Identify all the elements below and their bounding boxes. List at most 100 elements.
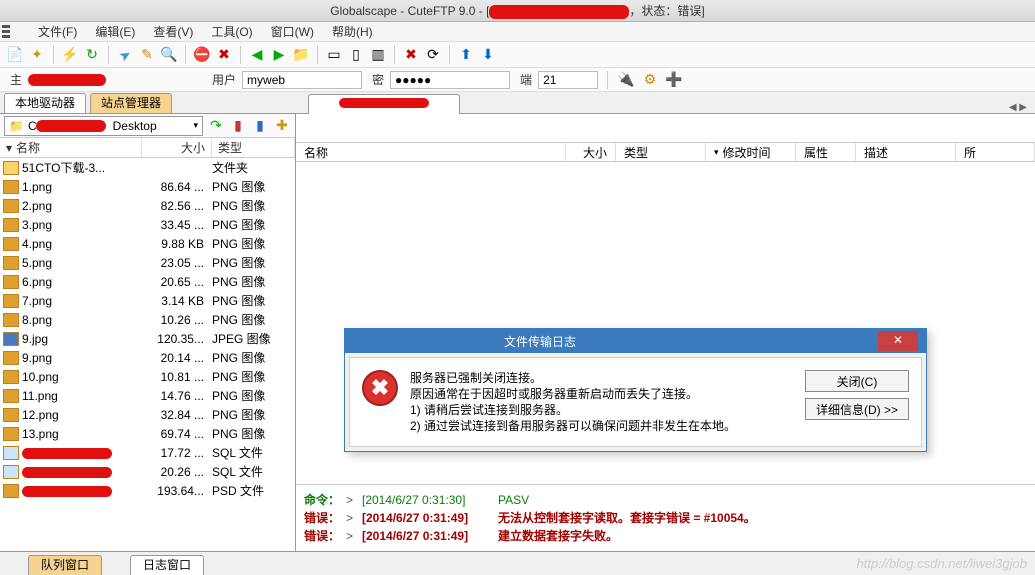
book-red-icon[interactable]: ▮ — [229, 117, 247, 135]
col-name[interactable]: ▾名称 — [0, 138, 142, 157]
file-name: 4.png — [22, 237, 142, 251]
cancel-icon[interactable]: ✖ — [215, 46, 233, 64]
folder-icon[interactable]: 📁 — [292, 46, 310, 64]
bookmark-icon[interactable]: ➕ — [665, 71, 683, 89]
rcol-type[interactable]: 类型 — [616, 143, 706, 161]
port-label: 端 — [520, 71, 532, 88]
layout3-icon[interactable]: ▥ — [369, 46, 387, 64]
remote-tab[interactable] — [308, 94, 460, 114]
file-row[interactable]: 3.png33.45 ...PNG 图像 — [0, 215, 295, 234]
rcol-desc[interactable]: 描述 — [856, 143, 956, 161]
tab-log[interactable]: 日志窗口 — [130, 555, 204, 575]
local-file-list[interactable]: 51CTO下载-3...文件夹1.png86.64 ...PNG 图像2.png… — [0, 158, 295, 551]
menu-edit[interactable]: 编辑(E) — [95, 23, 135, 40]
path-combo[interactable]: 📁 C Desktop ▾ — [4, 116, 203, 136]
back-icon[interactable]: ◀ — [248, 46, 266, 64]
col-type[interactable]: 类型 — [212, 138, 295, 157]
layout1-icon[interactable]: ▭ — [325, 46, 343, 64]
file-type: PSD 文件 — [212, 482, 295, 499]
tab-local-drive[interactable]: 本地驱动器 — [4, 93, 86, 113]
new-folder-icon[interactable]: ✚ — [273, 117, 291, 135]
col-size[interactable]: 大小 — [142, 138, 212, 157]
menu-view[interactable]: 查看(V) — [153, 23, 193, 40]
refresh-icon[interactable]: ⟳ — [424, 46, 442, 64]
fwd-icon[interactable]: ▶ — [270, 46, 288, 64]
pass-input[interactable] — [390, 71, 510, 89]
file-row[interactable]: 20.26 ...SQL 文件 — [0, 462, 295, 481]
file-size: 9.88 KB — [142, 237, 212, 251]
file-size: 120.35... — [142, 332, 212, 346]
file-row[interactable]: 9.jpg120.35...JPEG 图像 — [0, 329, 295, 348]
tab-site-manager[interactable]: 站点管理器 — [90, 93, 172, 113]
download-icon[interactable]: ⬇ — [479, 46, 497, 64]
delete-icon[interactable]: ✖ — [402, 46, 420, 64]
toolbar: 📄 ✦ ⚡ ↻ ➤ ✎ 🔍 ⛔ ✖ ◀ ▶ 📁 ▭ ▯ ▥ ✖ ⟳ ⬆ ⬇ — [0, 42, 1035, 68]
menu-tools[interactable]: 工具(O) — [211, 23, 252, 40]
file-row[interactable]: 51CTO下载-3...文件夹 — [0, 158, 295, 177]
file-icon — [3, 446, 19, 460]
rcol-name[interactable]: 名称 — [296, 143, 566, 161]
redacted-host-field — [28, 74, 106, 86]
app-status: ，状态：错误] — [629, 4, 704, 18]
tab-scroll-icon[interactable]: ◀ ▶ — [1009, 102, 1027, 113]
file-row[interactable]: 10.png10.81 ...PNG 图像 — [0, 367, 295, 386]
file-row[interactable]: 6.png20.65 ...PNG 图像 — [0, 272, 295, 291]
file-row[interactable]: 8.png10.26 ...PNG 图像 — [0, 310, 295, 329]
toggle-arrow-icon[interactable]: ➤ — [113, 42, 138, 67]
file-name: 8.png — [22, 313, 142, 327]
file-name: 1.png — [22, 180, 142, 194]
file-type: PNG 图像 — [212, 292, 295, 309]
rcol-attr[interactable]: 属性 — [796, 143, 856, 161]
up-folder-icon[interactable]: ↷ — [207, 117, 225, 135]
file-type: PNG 图像 — [212, 216, 295, 233]
file-type: PNG 图像 — [212, 425, 295, 442]
file-row[interactable]: 11.png14.76 ...PNG 图像 — [0, 386, 295, 405]
file-size: 10.81 ... — [142, 370, 212, 384]
layout2-icon[interactable]: ▯ — [347, 46, 365, 64]
app-icon[interactable] — [2, 22, 14, 40]
file-row[interactable]: 2.png82.56 ...PNG 图像 — [0, 196, 295, 215]
file-row[interactable]: 4.png9.88 KBPNG 图像 — [0, 234, 295, 253]
edit-icon[interactable]: 🔍 — [160, 46, 178, 64]
rcol-owner[interactable]: 所 — [956, 143, 1035, 161]
reconnect-icon[interactable]: ↻ — [83, 46, 101, 64]
file-size: 14.76 ... — [142, 389, 212, 403]
quickconnect-icon[interactable]: 🔌 — [617, 71, 635, 89]
tab-queue[interactable]: 队列窗口 — [28, 555, 102, 575]
menu-file[interactable]: 文件(F) — [38, 23, 77, 40]
file-row[interactable]: 9.png20.14 ...PNG 图像 — [0, 348, 295, 367]
file-name: 9.png — [22, 351, 142, 365]
file-row[interactable]: 12.png32.84 ...PNG 图像 — [0, 405, 295, 424]
user-input[interactable] — [242, 71, 362, 89]
menu-help[interactable]: 帮助(H) — [332, 23, 373, 40]
file-size: 20.26 ... — [142, 465, 212, 479]
settings-icon[interactable]: ⚙ — [641, 71, 659, 89]
file-icon — [3, 275, 19, 289]
local-header: ▾名称 大小 类型 — [0, 138, 295, 158]
rcol-mod[interactable]: ▾修改时间 — [706, 143, 796, 161]
upload-icon[interactable]: ⬆ — [457, 46, 475, 64]
connect-icon[interactable]: ⚡ — [61, 46, 79, 64]
details-button[interactable]: 详细信息(D) >> — [805, 398, 909, 420]
file-row[interactable]: 17.72 ...SQL 文件 — [0, 443, 295, 462]
file-size: 17.72 ... — [142, 446, 212, 460]
new-icon[interactable]: 📄 — [6, 46, 24, 64]
file-icon — [3, 218, 19, 232]
file-row[interactable]: 5.png23.05 ...PNG 图像 — [0, 253, 295, 272]
book-blue-icon[interactable]: ▮ — [251, 117, 269, 135]
close-button[interactable]: 关闭(C) — [805, 370, 909, 392]
file-icon — [3, 465, 19, 479]
menu-window[interactable]: 窗口(W) — [271, 23, 314, 40]
wizard-icon[interactable]: ✦ — [28, 46, 46, 64]
rcol-size[interactable]: 大小 — [566, 143, 616, 161]
file-row[interactable]: 1.png86.64 ...PNG 图像 — [0, 177, 295, 196]
file-row[interactable]: 7.png3.14 KBPNG 图像 — [0, 291, 295, 310]
port-input[interactable] — [538, 71, 598, 89]
stop-icon[interactable]: ⛔ — [193, 46, 211, 64]
wand-icon[interactable]: ✎ — [138, 46, 156, 64]
chevron-down-icon[interactable]: ▾ — [193, 120, 198, 131]
dialog-titlebar[interactable]: 文件传输日志 ✕ — [345, 329, 926, 353]
file-row[interactable]: 193.64...PSD 文件 — [0, 481, 295, 500]
file-row[interactable]: 13.png69.74 ...PNG 图像 — [0, 424, 295, 443]
close-icon[interactable]: ✕ — [878, 331, 918, 351]
